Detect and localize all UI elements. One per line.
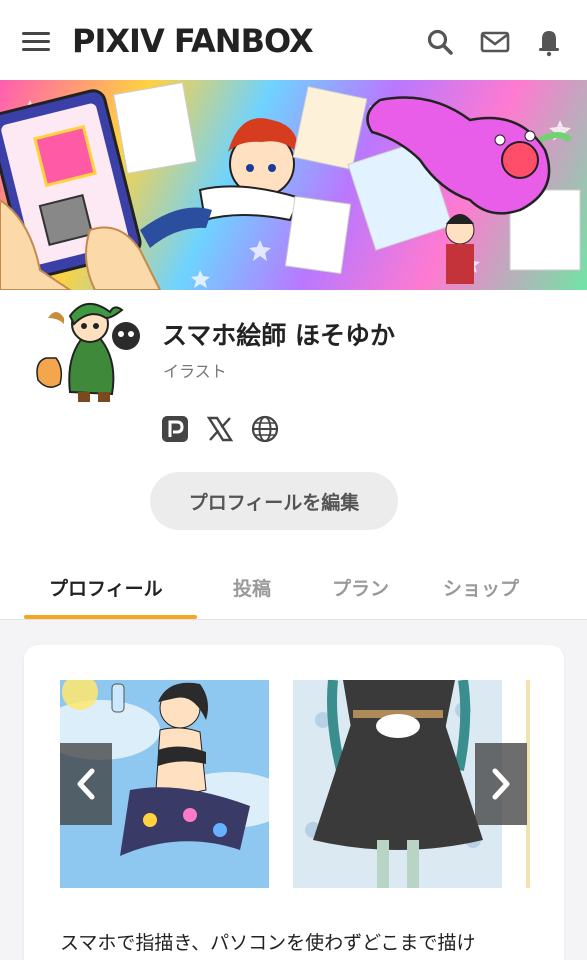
creator-category: イラスト <box>163 362 227 381</box>
cover-banner <box>0 80 587 290</box>
mail-icon[interactable] <box>480 27 510 57</box>
active-tab-indicator <box>24 615 197 619</box>
globe-icon[interactable] <box>251 415 279 443</box>
pixiv-icon[interactable] <box>161 415 189 443</box>
creator-avatar[interactable] <box>26 296 146 406</box>
edit-profile-button[interactable]: プロフィールを編集 <box>150 472 398 530</box>
tab-shop[interactable]: ショップ <box>443 574 519 601</box>
tab-bar: プロフィール 投稿 プラン ショップ <box>0 560 587 620</box>
bell-icon[interactable] <box>534 27 564 57</box>
carousel-prev-button[interactable] <box>60 743 112 825</box>
search-icon[interactable] <box>425 27 455 57</box>
profile-description: スマホで指描き、パソコンを使わずどこまで描け <box>60 932 476 954</box>
creator-name: スマホ絵師 ほそゆか <box>162 321 395 350</box>
tab-posts[interactable]: 投稿 <box>233 574 271 601</box>
top-header: PIXIV FANBOX <box>0 0 587 80</box>
x-icon[interactable] <box>206 415 234 443</box>
carousel-image-2[interactable] <box>293 680 502 888</box>
tab-plans[interactable]: プラン <box>332 574 389 601</box>
tab-profile[interactable]: プロフィール <box>49 574 163 601</box>
menu-icon[interactable] <box>22 32 50 52</box>
carousel-next-button[interactable] <box>475 743 527 825</box>
site-logo[interactable]: PIXIV FANBOX <box>72 22 314 60</box>
